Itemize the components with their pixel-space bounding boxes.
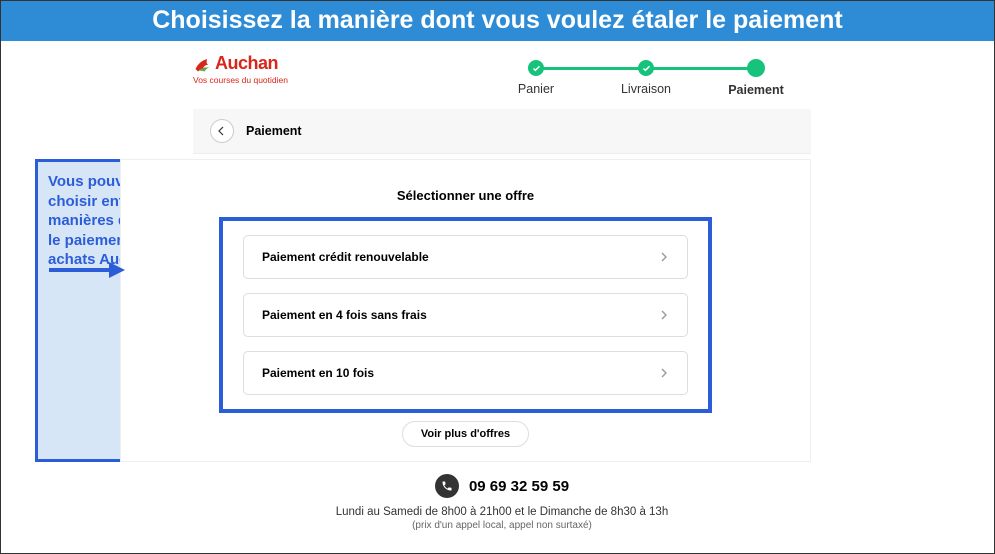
- contact-footer: 09 69 32 59 59 Lundi au Samedi de 8h00 à…: [11, 474, 984, 531]
- step-panier[interactable]: Panier: [481, 60, 591, 96]
- banner-title: Choisissez la manière dont vous voulez é…: [152, 6, 843, 34]
- offer-10-fois[interactable]: Paiement en 10 fois: [243, 351, 688, 395]
- phone-number: 09 69 32 59 59: [469, 478, 569, 495]
- step-paiement[interactable]: Paiement: [701, 59, 811, 97]
- instruction-banner: Choisissez la manière dont vous voulez é…: [1, 1, 994, 41]
- phone-icon: [435, 474, 459, 498]
- auchan-bird-icon: [193, 54, 213, 74]
- offers-panel: Sélectionner une offre Paiement crédit r…: [120, 159, 811, 462]
- chevron-right-icon: [659, 368, 669, 378]
- back-button[interactable]: [210, 119, 234, 143]
- arrow-left-icon: [216, 125, 228, 137]
- offer-highlight-box: Paiement crédit renouvelable Paiement en…: [219, 217, 712, 413]
- step-livraison[interactable]: Livraison: [591, 60, 701, 96]
- brand-logo: Auchan Vos courses du quotidien: [193, 53, 288, 85]
- checkout-stepper: Panier Livraison Paiement: [481, 59, 811, 97]
- offer-4-fois-sans-frais[interactable]: Paiement en 4 fois sans frais: [243, 293, 688, 337]
- brand-name: Auchan: [215, 53, 278, 74]
- pointer-arrow: [47, 260, 127, 285]
- breadcrumb-label: Paiement: [246, 124, 302, 138]
- contact-note: (prix d'un appel local, appel non surtax…: [193, 520, 811, 531]
- see-more-offers-button[interactable]: Voir plus d'offres: [402, 421, 529, 447]
- breadcrumb-bar: Paiement: [193, 109, 811, 154]
- offers-title: Sélectionner une offre: [121, 188, 810, 203]
- contact-hours: Lundi au Samedi de 8h00 à 21h00 et le Di…: [193, 506, 811, 518]
- chevron-right-icon: [659, 310, 669, 320]
- brand-tagline: Vos courses du quotidien: [193, 75, 288, 85]
- chevron-right-icon: [659, 252, 669, 262]
- offer-credit-renouvelable[interactable]: Paiement crédit renouvelable: [243, 235, 688, 279]
